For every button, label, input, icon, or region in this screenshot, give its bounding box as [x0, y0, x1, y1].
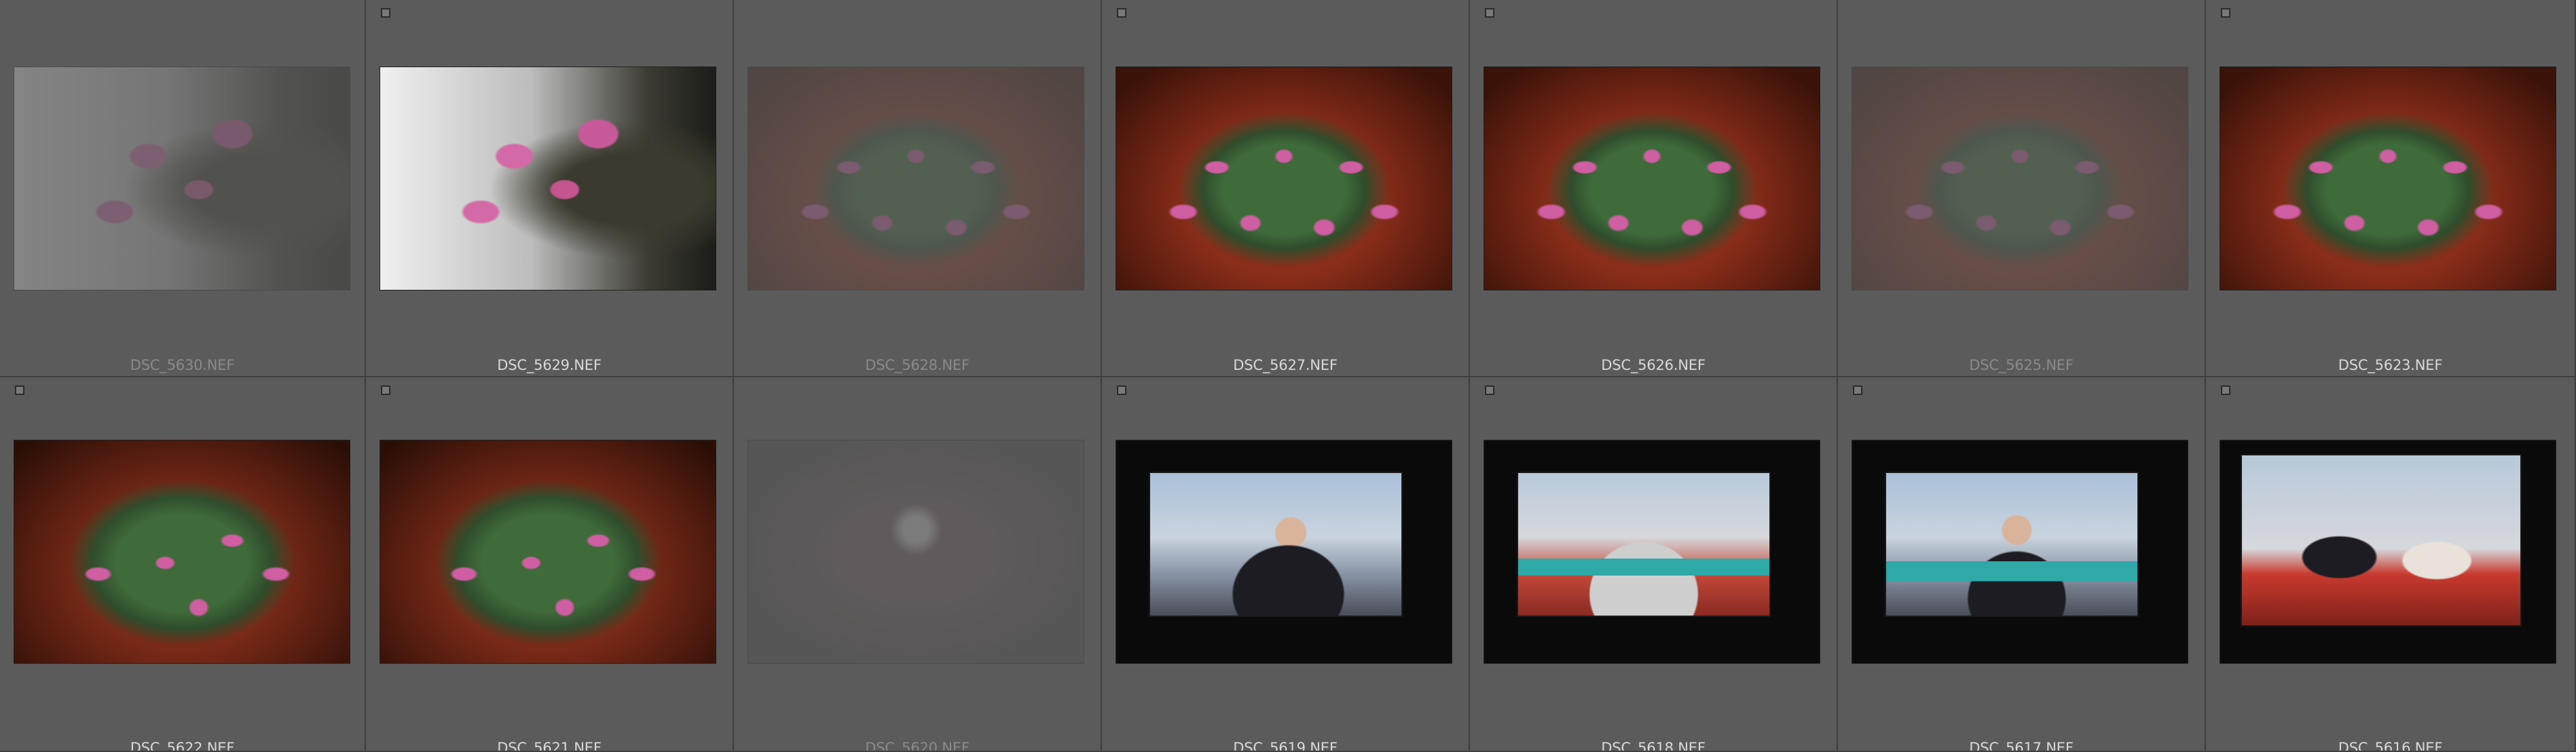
thumbnail-cell[interactable]: DSC_5618.NEF — [1470, 377, 1838, 752]
photo-thumbnail[interactable] — [14, 67, 350, 290]
filename-label: DSC_5622.NEF — [130, 740, 235, 752]
thumbnail-cell[interactable]: DSC_5619.NEF — [1102, 377, 1470, 752]
thumbnail-cell[interactable]: DSC_5628.NEF — [734, 0, 1102, 377]
filename-label: DSC_5628.NEF — [865, 357, 970, 373]
thumbnail-cell[interactable]: DSC_5616.NEF — [2206, 377, 2576, 752]
photo-thumbnail[interactable] — [1852, 440, 2188, 664]
tv-screen-image — [1149, 472, 1403, 617]
flag-checkbox-icon[interactable] — [1853, 386, 1862, 395]
photo-thumbnail[interactable] — [1484, 67, 1820, 290]
flag-checkbox-icon[interactable] — [1485, 386, 1494, 395]
photo-thumbnail[interactable] — [2220, 67, 2556, 290]
photo-thumbnail[interactable] — [1116, 67, 1452, 290]
thumbnail-grid: DSC_5630.NEF DSC_5629.NEF DSC_5628.NEF D… — [0, 0, 2576, 752]
tv-screen-image — [1885, 472, 2139, 617]
filename-label: DSC_5629.NEF — [497, 357, 602, 373]
thumbnail-cell[interactable]: DSC_5627.NEF — [1102, 0, 1470, 377]
photo-thumbnail[interactable] — [1484, 440, 1820, 664]
flag-checkbox-icon[interactable] — [1485, 8, 1494, 18]
thumbnail-cell[interactable]: DSC_5621.NEF — [366, 377, 734, 752]
photo-thumbnail[interactable] — [14, 440, 350, 664]
thumbnail-cell[interactable]: DSC_5629.NEF — [366, 0, 734, 377]
flag-checkbox-icon[interactable] — [1117, 8, 1126, 18]
flag-checkbox-icon[interactable] — [381, 8, 390, 18]
thumbnail-cell[interactable]: DSC_5625.NEF — [1838, 0, 2206, 377]
tv-screen-image — [1517, 472, 1771, 617]
flag-checkbox-icon[interactable] — [1117, 386, 1126, 395]
filename-label: DSC_5630.NEF — [130, 357, 235, 373]
filename-label: DSC_5620.NEF — [865, 740, 970, 752]
filename-label: DSC_5625.NEF — [1969, 357, 2074, 373]
thumbnail-cell[interactable]: DSC_5626.NEF — [1470, 0, 1838, 377]
photo-thumbnail[interactable] — [1852, 67, 2188, 290]
filename-label: DSC_5621.NEF — [497, 740, 602, 752]
photo-thumbnail[interactable] — [380, 67, 716, 290]
tv-screen-image — [2241, 454, 2522, 626]
thumbnail-cell[interactable]: DSC_5623.NEF — [2206, 0, 2576, 377]
flag-checkbox-icon[interactable] — [2221, 386, 2230, 395]
photo-thumbnail[interactable] — [748, 440, 1084, 664]
filename-label: DSC_5627.NEF — [1233, 357, 1338, 373]
thumbnail-cell[interactable]: DSC_5622.NEF — [0, 377, 366, 752]
photo-thumbnail[interactable] — [2220, 440, 2556, 664]
filename-label: DSC_5619.NEF — [1233, 740, 1338, 752]
flag-checkbox-icon[interactable] — [381, 386, 390, 395]
filename-label: DSC_5623.NEF — [2338, 357, 2443, 373]
thumbnail-cell[interactable]: DSC_5617.NEF — [1838, 377, 2206, 752]
thumbnail-cell[interactable]: DSC_5620.NEF — [734, 377, 1102, 752]
flag-checkbox-icon[interactable] — [2221, 8, 2230, 18]
photo-thumbnail[interactable] — [380, 440, 716, 664]
filename-label: DSC_5616.NEF — [2338, 740, 2443, 752]
thumbnail-cell[interactable]: DSC_5630.NEF — [0, 0, 366, 377]
flag-checkbox-icon[interactable] — [15, 386, 24, 395]
filename-label: DSC_5618.NEF — [1601, 740, 1706, 752]
photo-thumbnail[interactable] — [748, 67, 1084, 290]
filename-label: DSC_5617.NEF — [1969, 740, 2074, 752]
filename-label: DSC_5626.NEF — [1601, 357, 1706, 373]
photo-thumbnail[interactable] — [1116, 440, 1452, 664]
